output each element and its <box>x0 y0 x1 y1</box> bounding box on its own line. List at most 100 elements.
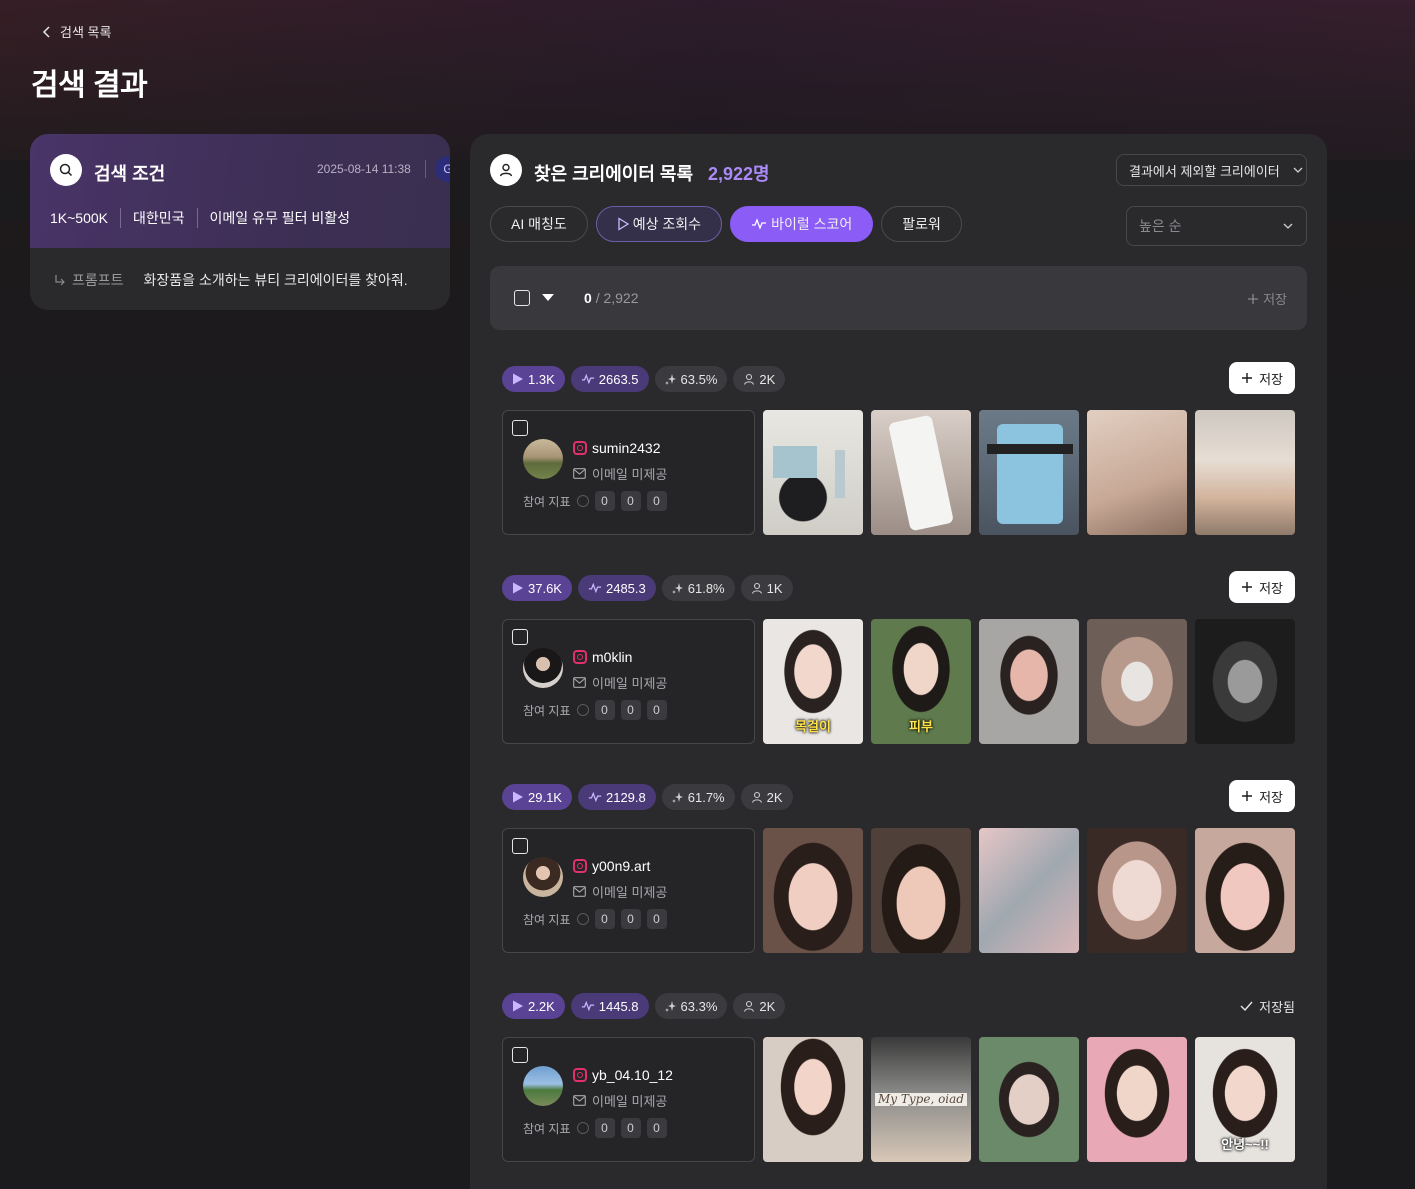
engagement-metrics: 참여 지표 0 0 0 <box>523 1118 667 1138</box>
pulse-icon <box>581 1000 594 1012</box>
creator-card[interactable]: y00n9.art 이메일 미제공 참여 지표 0 0 0 <box>502 828 755 953</box>
play-icon <box>513 1000 523 1012</box>
views-chip: 29.1K <box>502 784 572 810</box>
video-thumbnail[interactable] <box>763 410 863 535</box>
chevron-left-icon <box>42 25 50 38</box>
video-thumbnail[interactable] <box>871 410 971 535</box>
play-icon <box>618 217 629 231</box>
plus-icon <box>1242 373 1253 383</box>
selected-count: 0 <box>584 290 592 306</box>
email-status: 이메일 미제공 <box>573 1091 667 1110</box>
play-icon <box>513 373 523 385</box>
mail-icon <box>573 886 586 897</box>
video-thumbnail[interactable] <box>1087 410 1187 535</box>
creator-checkbox[interactable] <box>512 1047 528 1063</box>
creator-checkbox[interactable] <box>512 629 528 645</box>
video-thumbnails: My Type, oiad 안녕~~!! <box>763 1037 1295 1162</box>
engagement-metrics: 참여 지표 0 0 0 <box>523 909 667 929</box>
info-icon[interactable] <box>576 495 589 507</box>
video-thumbnail[interactable] <box>979 619 1079 744</box>
save-selected-button[interactable]: 저장 <box>1247 289 1287 308</box>
save-creator-button[interactable]: 저장 <box>1229 362 1295 394</box>
video-thumbnail[interactable] <box>1195 828 1295 953</box>
avatar <box>523 1066 563 1106</box>
creator-checkbox[interactable] <box>512 420 528 436</box>
creator-checkbox[interactable] <box>512 838 528 854</box>
viral-value: 2663.5 <box>598 371 639 387</box>
exclude-creators-dropdown[interactable]: 결과에서 제외할 크리에이터 <box>1116 154 1307 186</box>
creator-card[interactable]: yb_04.10_12 이메일 미제공 참여 지표 0 0 0 <box>502 1037 755 1162</box>
video-thumbnail[interactable] <box>763 828 863 953</box>
video-thumbnail[interactable] <box>979 1037 1079 1162</box>
eng-value: 0 <box>646 1118 667 1138</box>
caret-down-icon[interactable] <box>542 294 554 301</box>
instagram-icon <box>573 859 587 873</box>
save-creator-button[interactable]: 저장 <box>1229 780 1295 812</box>
save-creator-button[interactable]: 저장 <box>1229 571 1295 603</box>
sort-order-select[interactable]: 높은 순 <box>1126 206 1307 246</box>
video-thumbnail[interactable] <box>1195 410 1295 535</box>
thumbnail-caption: 목걸이 <box>795 718 831 734</box>
eng-value: 0 <box>594 1118 615 1138</box>
eng-value: 0 <box>646 700 667 720</box>
tab-expected-views[interactable]: 예상 조회수 <box>595 206 723 242</box>
tab-ai-match[interactable]: AI 매칭도 <box>490 206 588 242</box>
viral-score-chip: 2663.5 <box>570 366 649 392</box>
tab-label: 예상 조회수 <box>632 216 702 232</box>
video-thumbnail[interactable] <box>1087 1037 1187 1162</box>
back-label: 검색 목록 <box>60 25 112 40</box>
email-status: 이메일 미제공 <box>573 464 667 483</box>
plus-icon <box>1248 293 1259 304</box>
viral-score-chip: 1445.8 <box>570 993 649 1019</box>
video-thumbnail[interactable]: 안녕~~!! <box>1195 1037 1295 1162</box>
video-thumbnail[interactable]: 피부 <box>871 619 971 744</box>
select-all-checkbox[interactable] <box>514 290 530 306</box>
user-avatar[interactable]: G <box>435 156 450 182</box>
creator-card[interactable]: m0klin 이메일 미제공 참여 지표 0 0 0 <box>502 619 755 744</box>
saved-label: 저장됨 <box>1259 999 1295 1015</box>
engagement-metrics: 참여 지표 0 0 0 <box>523 700 667 720</box>
creator-row: 29.1K 2129.8 61.7% 2K 저장 y00n9.art 이메일 미… <box>502 780 1295 974</box>
chevron-down-icon <box>1283 223 1293 229</box>
video-thumbnail[interactable] <box>979 828 1079 953</box>
prompt-text: 화장품을 소개하는 뷰티 크리에이터를 찾아줘. <box>143 272 408 288</box>
info-icon[interactable] <box>576 913 589 925</box>
user-icon <box>744 373 755 385</box>
user-icon <box>751 791 762 803</box>
video-thumbnail[interactable]: 목걸이 <box>763 619 863 744</box>
ai-value: 63.5% <box>680 371 718 387</box>
eng-value: 0 <box>594 909 615 929</box>
creator-handle[interactable]: m0klin <box>592 649 632 665</box>
video-thumbnail[interactable] <box>871 828 971 953</box>
info-icon[interactable] <box>576 1122 589 1134</box>
selection-count: 0 / 2,922 <box>584 290 639 306</box>
followers-chip: 2K <box>740 784 793 810</box>
ai-value: 61.8% <box>687 580 725 596</box>
views-value: 29.1K <box>528 789 562 805</box>
pulse-icon <box>588 791 602 803</box>
video-thumbnail[interactable] <box>1087 828 1187 953</box>
metric-chips: 29.1K 2129.8 61.7% 2K <box>502 784 793 810</box>
back-link[interactable]: 검색 목록 <box>40 22 111 41</box>
video-thumbnail[interactable]: My Type, oiad <box>871 1037 971 1162</box>
ai-match-chip: 63.3% <box>654 993 728 1019</box>
creator-handle[interactable]: yb_04.10_12 <box>592 1067 673 1083</box>
eng-value: 0 <box>620 491 641 511</box>
video-thumbnails: 목걸이 피부 <box>763 619 1295 744</box>
viral-value: 1445.8 <box>598 998 639 1014</box>
creator-card[interactable]: sumin2432 이메일 미제공 참여 지표 0 0 0 <box>502 410 755 535</box>
video-thumbnail[interactable] <box>763 1037 863 1162</box>
followers-chip: 2K <box>733 993 786 1019</box>
creator-handle[interactable]: sumin2432 <box>592 440 661 456</box>
tab-followers[interactable]: 팔로워 <box>881 206 962 242</box>
creator-handle[interactable]: y00n9.art <box>592 858 650 874</box>
video-thumbnail[interactable] <box>979 410 1079 535</box>
info-icon[interactable] <box>576 704 589 716</box>
engagement-metrics: 참여 지표 0 0 0 <box>523 491 667 511</box>
saved-status[interactable]: 저장됨 <box>1240 993 1295 1019</box>
video-thumbnail[interactable] <box>1195 619 1295 744</box>
video-thumbnail[interactable] <box>1087 619 1187 744</box>
arrow-return-icon <box>55 275 65 286</box>
tab-viral-score[interactable]: 바이럴 스코어 <box>730 206 874 242</box>
play-icon <box>513 582 523 594</box>
